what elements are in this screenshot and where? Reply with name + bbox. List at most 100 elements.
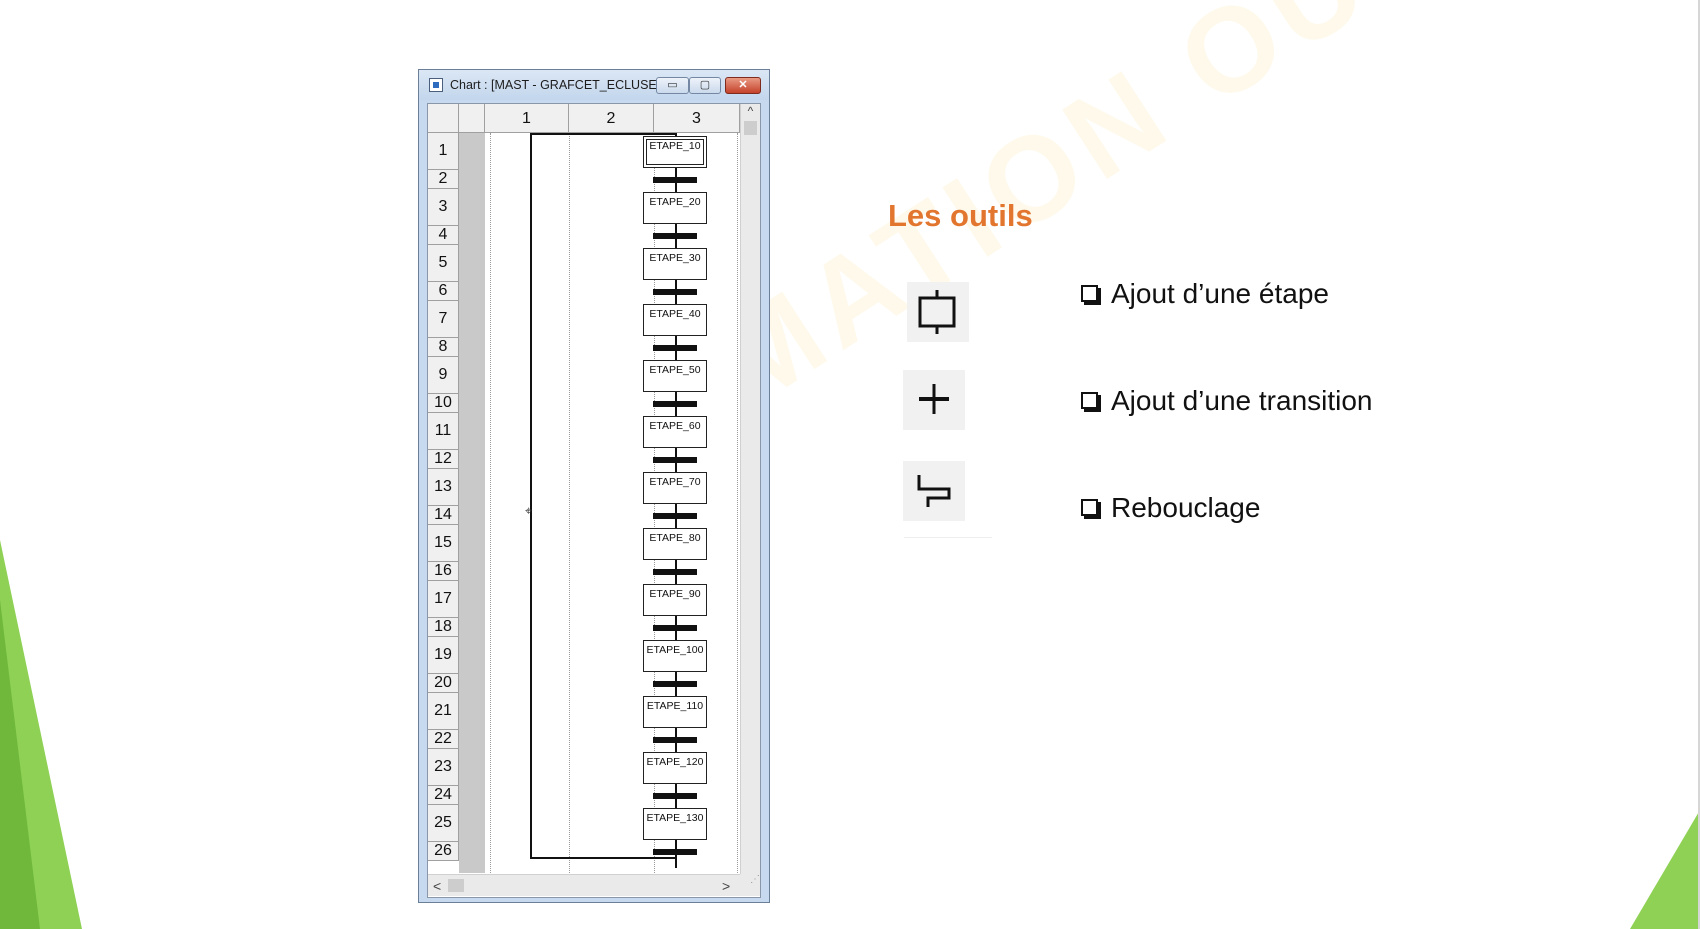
horizontal-scroll-thumb[interactable] xyxy=(448,879,464,892)
row-header-18: 18 xyxy=(428,618,459,637)
grafcet-step[interactable]: ETAPE_70 xyxy=(643,472,707,504)
transition-label: Ajout d’une transition xyxy=(1111,385,1373,416)
scroll-right-arrow[interactable]: > xyxy=(722,878,730,894)
loopback-tool-button[interactable] xyxy=(903,461,965,521)
tool-label-step: Ajout d’une étape xyxy=(1081,278,1329,310)
grafcet-step[interactable]: ETAPE_20 xyxy=(643,192,707,224)
row-header-12: 12 xyxy=(428,450,459,469)
row-header-16: 16 xyxy=(428,562,459,581)
row-header-25: 25 xyxy=(428,805,459,842)
grid-guide xyxy=(569,133,571,873)
grid-guide xyxy=(737,133,739,873)
row-header-7: 7 xyxy=(428,301,459,338)
green-triangle-left xyxy=(0,540,82,929)
transition-tool-button[interactable] xyxy=(903,370,965,430)
grafcet-transition[interactable] xyxy=(653,457,697,463)
row-header-13: 13 xyxy=(428,469,459,506)
step-tool-icon xyxy=(918,290,956,334)
initial-step[interactable]: ETAPE_10 xyxy=(643,136,707,168)
grafcet-step[interactable]: ETAPE_50 xyxy=(643,360,707,392)
grafcet-step[interactable]: ETAPE_40 xyxy=(643,304,707,336)
grafcet-transition[interactable] xyxy=(653,233,697,239)
row-header-6: 6 xyxy=(428,282,459,301)
resize-grip[interactable]: ⋰ xyxy=(740,874,760,896)
grafcet-step[interactable]: ETAPE_30 xyxy=(643,248,707,280)
grid-corner xyxy=(428,104,459,133)
row-header-5: 5 xyxy=(428,245,459,282)
row-header-24: 24 xyxy=(428,786,459,805)
grafcet-transition[interactable] xyxy=(653,345,697,351)
grafcet-step[interactable]: ETAPE_90 xyxy=(643,584,707,616)
window-titlebar[interactable]: Chart : [MAST - GRAFCET_ECLUSE] ▭ ▢ ✕ xyxy=(419,70,769,100)
row-header-8: 8 xyxy=(428,338,459,357)
row-header-19: 19 xyxy=(428,637,459,674)
row-header-26: 26 xyxy=(428,842,459,861)
step-tool-button[interactable] xyxy=(907,282,969,342)
grafcet-step[interactable]: ETAPE_120 xyxy=(643,752,707,784)
grafcet-transition[interactable] xyxy=(653,737,697,743)
grafcet-transition[interactable] xyxy=(653,177,697,183)
column-header-1: 1 xyxy=(485,104,569,133)
grafcet-transition[interactable] xyxy=(653,569,697,575)
gray-column xyxy=(459,133,485,873)
grafcet-step[interactable]: ETAPE_80 xyxy=(643,528,707,560)
tool-label-loopback: Rebouclage xyxy=(1081,492,1260,524)
row-header-14: 14 xyxy=(428,506,459,525)
chart-grid-area[interactable]: 123 1 2 3 4 5 6 7 8 9 10 11 12 13 14 15 16 17 18 19 20 21 22 2… xyxy=(427,103,761,898)
grafcet-transition[interactable] xyxy=(653,401,697,407)
chart-app-icon xyxy=(429,78,443,92)
loopback-bottom-line xyxy=(530,857,677,859)
row-header-21: 21 xyxy=(428,693,459,730)
grafcet-transition[interactable] xyxy=(653,793,697,799)
loopback-tool-icon xyxy=(917,475,951,507)
grafcet-transition[interactable] xyxy=(653,513,697,519)
bullet-checkbox-icon xyxy=(1081,391,1098,409)
row-header-11: 11 xyxy=(428,413,459,450)
row-header-9: 9 xyxy=(428,357,459,394)
column-header-2: 2 xyxy=(569,104,654,133)
grafcet-step[interactable]: ETAPE_60 xyxy=(643,416,707,448)
loopback-label: Rebouclage xyxy=(1111,492,1261,523)
row-header-15: 15 xyxy=(428,525,459,562)
grafcet-transition[interactable] xyxy=(653,625,697,631)
tools-heading: Les outils xyxy=(888,198,1033,233)
row-header-23: 23 xyxy=(428,749,459,786)
close-button[interactable]: ✕ xyxy=(725,77,761,94)
loopback-top-line xyxy=(530,133,677,135)
row-header-2: 2 xyxy=(428,170,459,189)
grafcet-transition[interactable] xyxy=(653,289,697,295)
minimize-button[interactable]: ▭ xyxy=(656,77,689,94)
bullet-checkbox-icon xyxy=(1081,498,1098,516)
grafcet-step[interactable]: ETAPE_110 xyxy=(643,696,707,728)
scroll-left-arrow[interactable]: < xyxy=(433,878,441,894)
window-title: Chart : [MAST - GRAFCET_ECLUSE] xyxy=(450,78,661,92)
maximize-button[interactable]: ▢ xyxy=(689,77,721,94)
row-header-10: 10 xyxy=(428,394,459,413)
row-header-20: 20 xyxy=(428,674,459,693)
column-header-3: 3 xyxy=(654,104,740,133)
row-header-1: 1 xyxy=(428,133,459,170)
row-header-17: 17 xyxy=(428,581,459,618)
green-triangle-right xyxy=(1630,810,1700,929)
gray-column-header xyxy=(459,104,485,133)
vertical-scrollbar[interactable]: ^ xyxy=(740,104,760,874)
grafcet-step[interactable]: ETAPE_130 xyxy=(643,808,707,840)
transition-tool-icon xyxy=(919,384,949,414)
grafcet-transition[interactable] xyxy=(653,681,697,687)
vertical-scroll-thumb[interactable] xyxy=(744,121,757,135)
row-header-3: 3 xyxy=(428,189,459,226)
grafcet-transition[interactable] xyxy=(653,849,697,855)
scroll-up-arrow[interactable]: ^ xyxy=(741,104,760,120)
tool-label-transition: Ajout d’une transition xyxy=(1081,385,1373,417)
loopback-vertical-line xyxy=(530,133,532,859)
row-header-22: 22 xyxy=(428,730,459,749)
horizontal-scrollbar[interactable]: < > xyxy=(428,874,740,896)
tools-separator xyxy=(904,537,992,538)
grid-guide xyxy=(490,133,492,873)
grafcet-canvas[interactable]: ETAPE_10 ETAPE_20 ETAPE_30 ETAPE_40 ETAPE_50… xyxy=(485,133,740,873)
bullet-checkbox-icon xyxy=(1081,284,1098,302)
chart-window[interactable]: Chart : [MAST - GRAFCET_ECLUSE] ▭ ▢ ✕ 12… xyxy=(418,69,770,903)
slide: AUTOMATION OUEST Chart : [MAST - GRAFCET… xyxy=(0,0,1700,929)
row-header-4: 4 xyxy=(428,226,459,245)
grafcet-step[interactable]: ETAPE_100 xyxy=(643,640,707,672)
